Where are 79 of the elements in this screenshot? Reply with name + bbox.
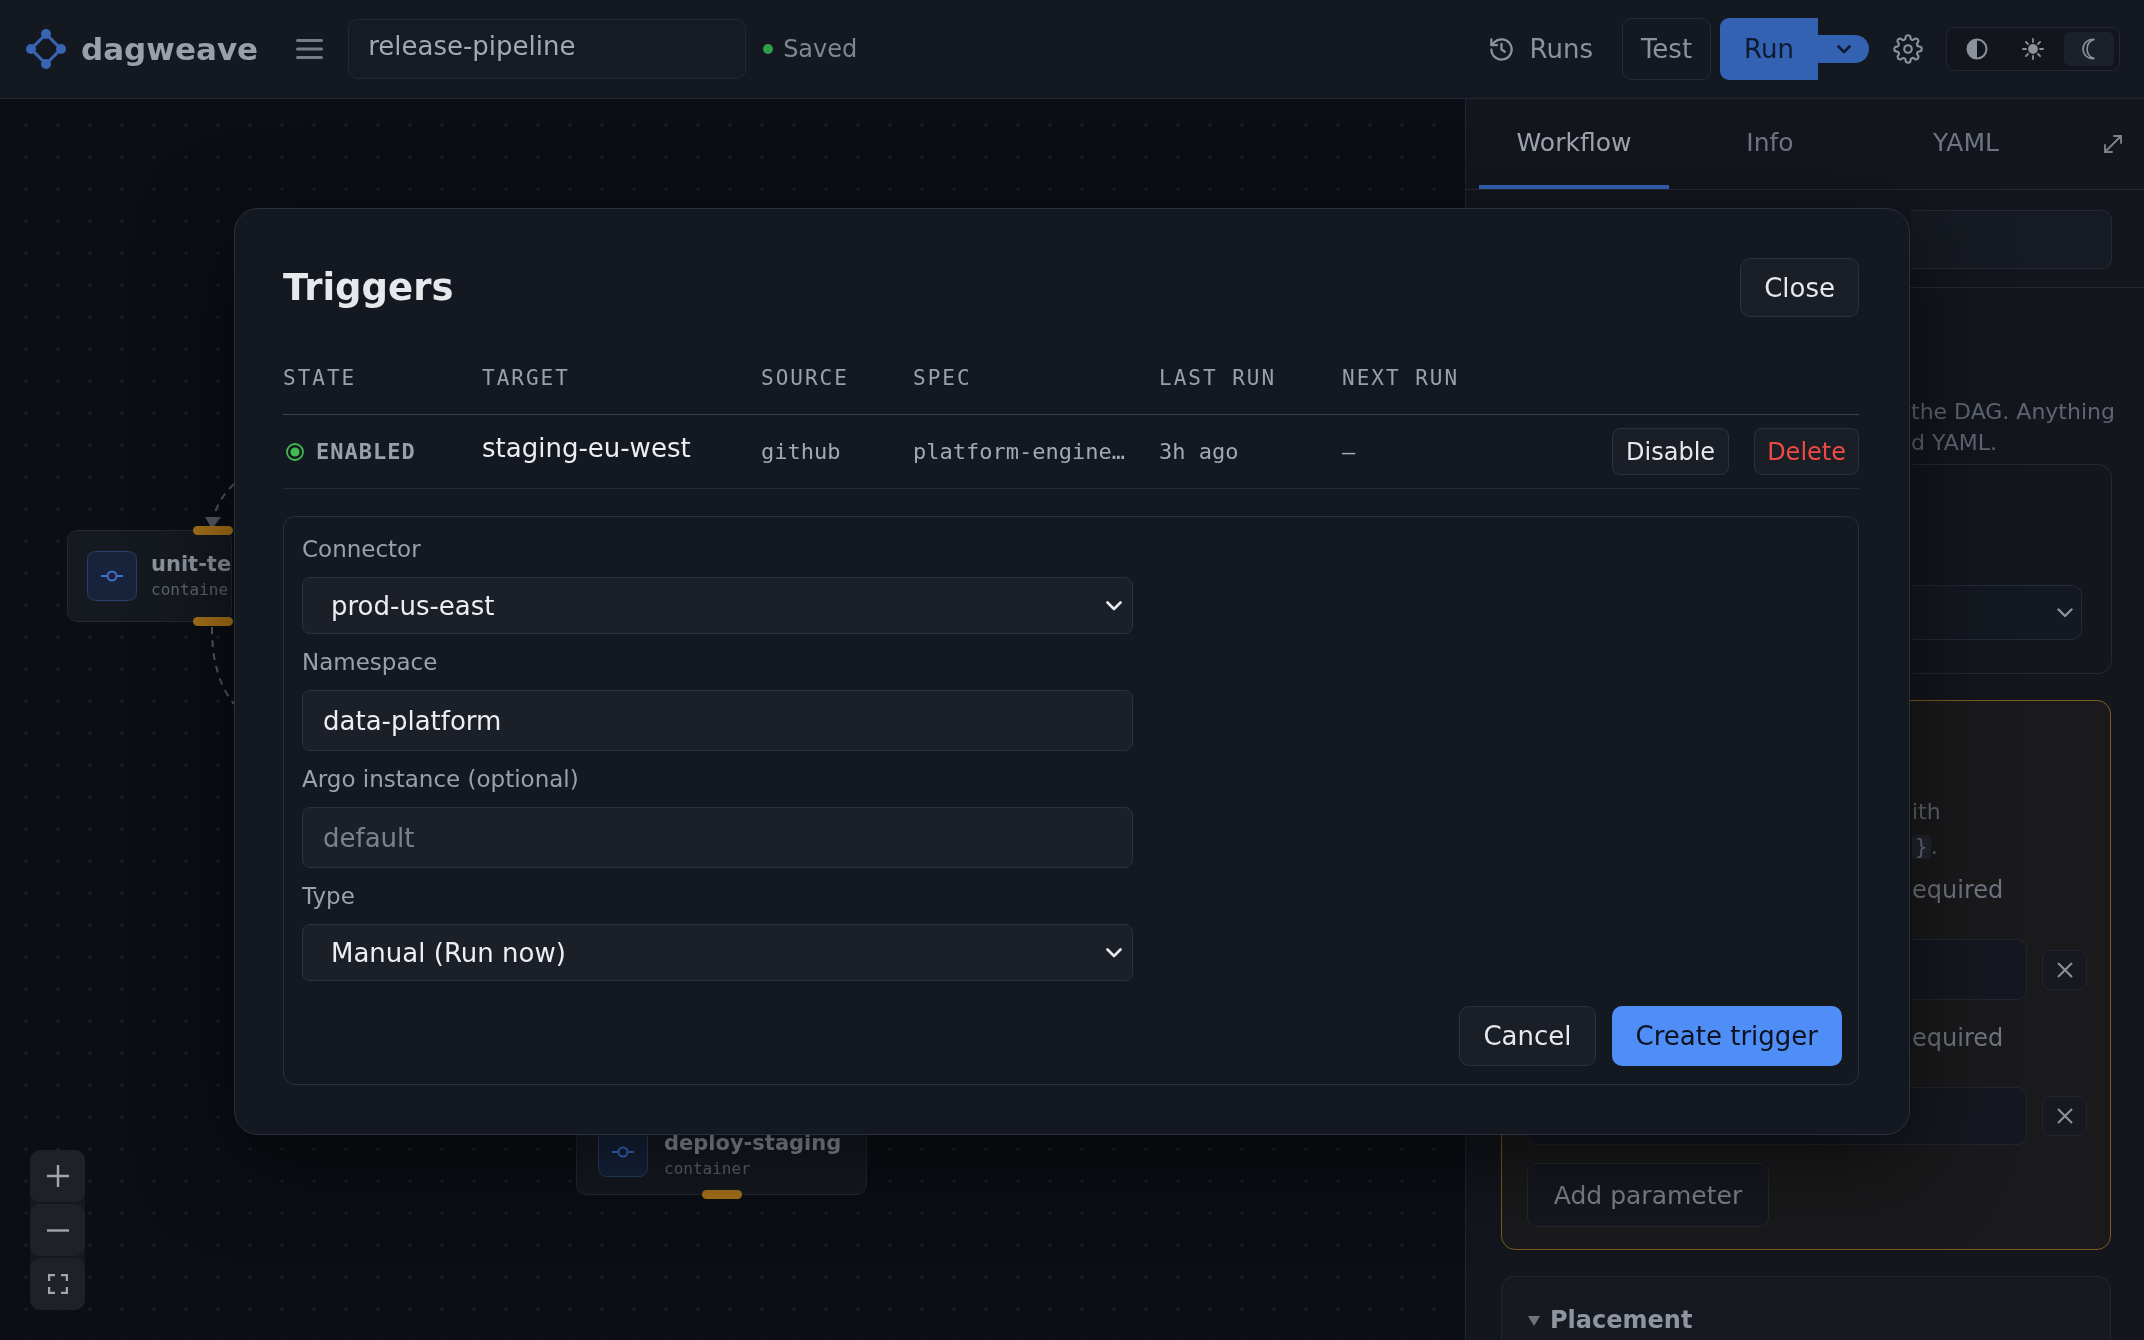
add-parameter-button[interactable]: Add parameter (1527, 1163, 1769, 1227)
field-label: Type (302, 882, 355, 911)
node-type: containe (151, 579, 230, 601)
input-port[interactable] (193, 526, 233, 535)
column-header: NEXT RUN (1342, 365, 1461, 392)
delete-button[interactable]: Delete (1754, 428, 1859, 475)
field-label: Argo instance (optional) (302, 765, 579, 794)
table-cell-text: platform-engine… (913, 439, 1126, 464)
help-text: ith (1912, 798, 1941, 826)
minus-icon (46, 1228, 69, 1232)
dialog-title: Triggers (283, 266, 454, 309)
plus-icon (45, 1164, 70, 1188)
chevron-down-icon (1106, 947, 1122, 958)
close-icon (2056, 961, 2073, 978)
container-icon (87, 551, 137, 601)
create-trigger-button[interactable]: Create trigger (1611, 1006, 1842, 1066)
parameter-field[interactable] (1912, 939, 2027, 1000)
close-button[interactable]: Close (1740, 258, 1859, 317)
remove-parameter-button[interactable] (2042, 1096, 2087, 1136)
section-title: Placement (1550, 1305, 1693, 1335)
run-options-button[interactable] (1818, 35, 1869, 63)
caret-down-icon[interactable] (1528, 1314, 1540, 1326)
column-header: SPEC (913, 365, 973, 392)
fit-view-button[interactable] (30, 1258, 85, 1310)
column-header: LAST RUN (1159, 365, 1278, 392)
text-field[interactable] (1911, 210, 2112, 269)
dropdown-field[interactable] (1911, 585, 2082, 640)
fit-view-icon (47, 1274, 68, 1294)
workflow-name-field[interactable]: release-pipeline (348, 19, 747, 79)
description-text: d YAML. (1911, 429, 1997, 457)
select-field[interactable]: Manual (Run now) (302, 924, 1133, 981)
panel-tab[interactable]: Workflow (1479, 99, 1669, 189)
column-header: STATE (283, 365, 358, 392)
input-field[interactable]: data-platform (302, 690, 1133, 751)
history-icon (1487, 35, 1515, 63)
required-label: equired (1912, 875, 2004, 906)
chevron-down-icon (1106, 600, 1122, 611)
logo-icon (26, 29, 66, 69)
state-text: ENABLED (316, 439, 416, 464)
expand-icon[interactable] (2103, 134, 2123, 154)
close-icon (2056, 1108, 2073, 1124)
disable-button[interactable]: Disable (1612, 428, 1730, 475)
menu-icon[interactable] (296, 38, 324, 60)
theme-button[interactable] (2064, 32, 2114, 66)
input-field[interactable]: default (302, 807, 1133, 868)
node-title: deploy-staging (664, 1130, 842, 1157)
node-title: unit-te (151, 551, 232, 578)
runs-button[interactable]: Runs (1487, 34, 1593, 64)
table-cell-text: github (761, 439, 842, 464)
contrast-icon (1966, 38, 1988, 60)
brand-name: dagweave (81, 31, 259, 67)
description-text: the DAG. Anything (1911, 398, 2115, 426)
moon-icon (2081, 38, 2097, 60)
table-cell-text: 3h ago (1159, 439, 1240, 464)
sun-icon (2022, 38, 2044, 60)
output-port[interactable] (193, 617, 233, 626)
required-label: equired (1912, 1023, 2004, 1054)
settings-icon[interactable] (1893, 34, 1923, 64)
panel-tab[interactable]: YAML (1871, 99, 2061, 189)
column-header: SOURCE (761, 365, 850, 392)
chevron-down-icon (2057, 607, 2073, 618)
test-button[interactable]: Test (1622, 18, 1711, 80)
node-type: container (664, 1158, 752, 1180)
field-label: Namespace (302, 648, 438, 677)
field-label: Connector (302, 535, 421, 564)
zoom-out-button[interactable] (30, 1204, 85, 1256)
select-field[interactable]: prod-us-east (302, 577, 1133, 634)
output-port[interactable] (702, 1190, 742, 1199)
save-status: Saved (783, 35, 858, 63)
dashed-edge (205, 483, 235, 529)
table-cell-text: staging-eu-west (482, 432, 692, 463)
chevron-down-icon (1836, 44, 1851, 54)
column-header: TARGET (482, 365, 571, 392)
table-cell-text: – (1342, 439, 1357, 464)
zoom-in-button[interactable] (30, 1150, 85, 1202)
panel-tab[interactable]: Info (1675, 99, 1865, 189)
cancel-button[interactable]: Cancel (1459, 1006, 1596, 1066)
help-text: }. (1912, 829, 1938, 865)
remove-parameter-button[interactable] (2042, 949, 2087, 990)
